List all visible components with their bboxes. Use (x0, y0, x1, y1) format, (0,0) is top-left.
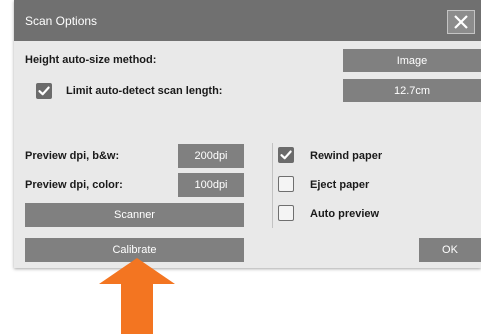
limit-scan-label: Limit auto-detect scan length: (66, 85, 223, 97)
title-bar: Scan Options (14, 0, 481, 41)
scan-options-dialog: Scan Options Height auto-size method: Im… (14, 0, 481, 268)
pointer-arrow-icon (99, 258, 175, 334)
scanner-button[interactable]: Scanner (25, 203, 244, 227)
close-icon (454, 15, 468, 29)
ok-button[interactable]: OK (419, 238, 481, 262)
preview-bw-label: Preview dpi, b&w: (25, 150, 120, 162)
divider (272, 143, 273, 228)
close-button[interactable] (447, 10, 475, 34)
dialog-title: Scan Options (25, 14, 98, 28)
eject-paper-label: Eject paper (310, 179, 370, 191)
height-method-label: Height auto-size method: (25, 54, 157, 66)
scan-length-field[interactable]: 12.7cm (343, 79, 481, 102)
checkmark-icon (38, 86, 50, 96)
auto-preview-label: Auto preview (310, 208, 380, 220)
auto-preview-checkbox[interactable] (278, 205, 294, 221)
rewind-paper-checkbox[interactable] (278, 147, 294, 163)
rewind-paper-label: Rewind paper (310, 150, 383, 162)
preview-color-label: Preview dpi, color: (25, 179, 123, 191)
limit-scan-checkbox[interactable] (36, 83, 52, 99)
preview-bw-field[interactable]: 200dpi (178, 144, 244, 168)
eject-paper-checkbox[interactable] (278, 176, 294, 192)
preview-color-field[interactable]: 100dpi (178, 173, 244, 197)
height-method-select[interactable]: Image (343, 49, 481, 72)
checkmark-icon (280, 150, 292, 160)
